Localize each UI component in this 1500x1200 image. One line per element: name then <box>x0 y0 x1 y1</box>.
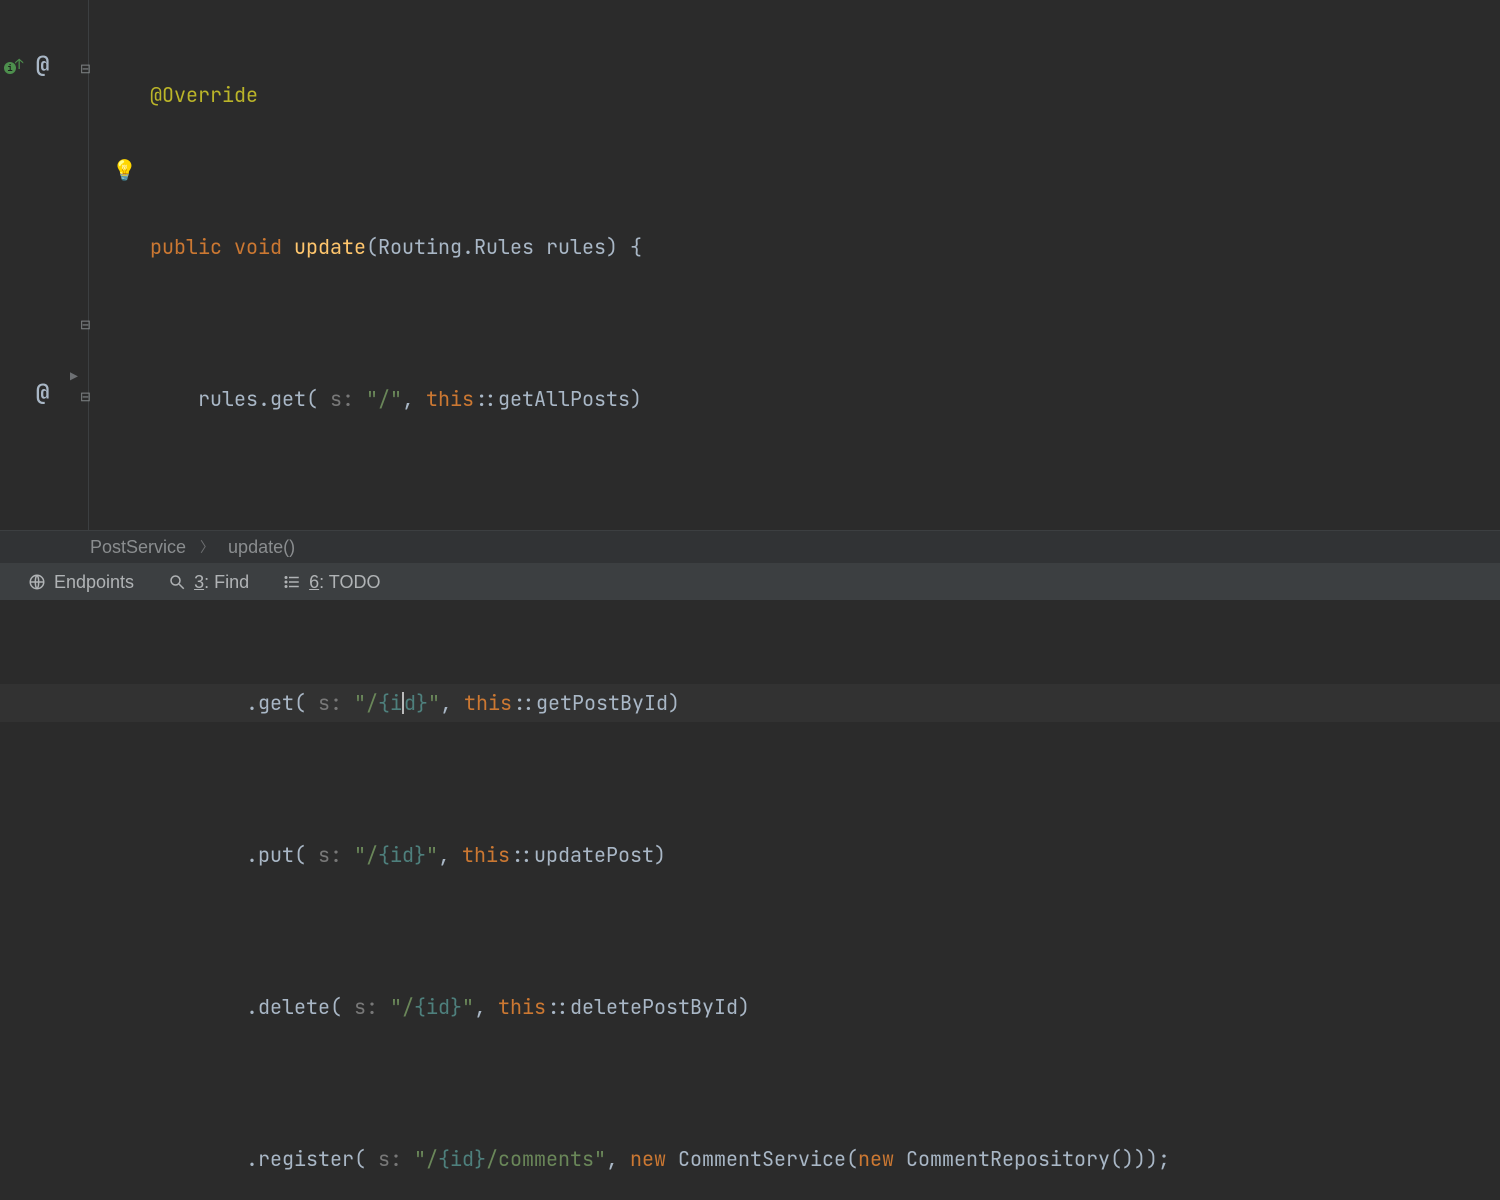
breadcrumb-bar: PostService 〉 update() <box>0 530 1500 564</box>
gutter-separator <box>88 0 89 530</box>
fold-start-icon[interactable]: ⊟ <box>80 62 91 75</box>
run-hint-icon[interactable]: ▶ <box>70 370 78 383</box>
list-icon <box>283 573 301 591</box>
annotation-override: @Override <box>150 82 258 108</box>
code-line-active[interactable]: .get( s: "/{id}", this::getPostById) <box>0 684 1500 722</box>
param-hint: s: <box>306 842 354 868</box>
code-line[interactable]: .put( s: "/{id}", this::updatePost) <box>150 836 1500 874</box>
param-hint: s: <box>318 386 366 412</box>
fold-start-2-icon[interactable]: ⊟ <box>80 390 91 403</box>
code-line[interactable]: public void update(Routing.Rules rules) … <box>150 228 1500 266</box>
code-viewport[interactable]: @Override public void update(Routing.Rul… <box>100 0 1500 530</box>
todo-label: : TODO <box>319 572 380 592</box>
code-line[interactable]: .delete( s: "/{id}", this::deletePostByI… <box>150 988 1500 1026</box>
find-tool-button[interactable]: 3: Find <box>168 572 249 593</box>
find-label: : Find <box>204 572 249 592</box>
code-line[interactable]: rules.get( s: "/", this::getAllPosts) <box>150 380 1500 418</box>
param-hint: s: <box>366 1146 414 1172</box>
param-hint: s: <box>306 690 354 716</box>
param-hint: s: <box>342 994 390 1020</box>
fold-end-icon[interactable]: ⊟ <box>80 318 91 331</box>
override-arrow-icon[interactable]: ↑ <box>15 58 23 72</box>
todo-mnemonic: 6 <box>309 572 319 592</box>
search-icon <box>168 573 186 591</box>
gutter: i ↑ @ ⊟ 💡 ⊟ ▶ @ ⊟ <box>0 0 100 530</box>
code-line[interactable]: @Override <box>150 76 1500 114</box>
override-marker-icon[interactable]: @ <box>36 54 49 76</box>
breadcrumb-class[interactable]: PostService <box>90 537 186 558</box>
todo-tool-button[interactable]: 6: TODO <box>283 572 380 593</box>
endpoints-label: Endpoints <box>54 572 134 593</box>
intention-bulb-icon[interactable]: 💡 <box>112 160 137 180</box>
tool-window-bar: Endpoints 3: Find 6: TODO <box>0 564 1500 600</box>
code-line[interactable]: .register( s: "/{id}/comments", new Comm… <box>150 1140 1500 1178</box>
method-marker-icon[interactable]: @ <box>36 382 49 404</box>
endpoints-tool-button[interactable]: Endpoints <box>28 572 134 593</box>
globe-icon <box>28 573 46 591</box>
breadcrumb-separator-icon: 〉 <box>200 537 214 557</box>
find-mnemonic: 3 <box>194 572 204 592</box>
breadcrumb-method[interactable]: update() <box>228 537 295 558</box>
editor-area: i ↑ @ ⊟ 💡 ⊟ ▶ @ ⊟ @Override public void … <box>0 0 1500 530</box>
